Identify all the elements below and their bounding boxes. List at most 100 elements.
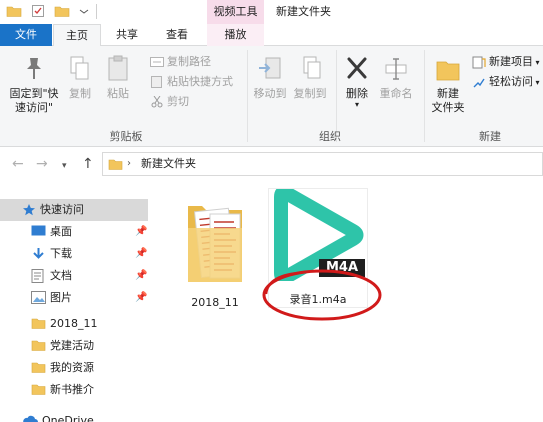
folder-icon [31,384,46,395]
picture-icon [31,291,46,304]
pin-to-quick-access-button[interactable]: 固定到"快 速访问" [4,54,64,115]
nav-item-label: 图片 [50,291,72,304]
ribbon: 固定到"快 速访问" 复制 粘贴 复制路径 粘贴快捷方式 剪切 剪贴板 移动到 … [0,46,543,147]
up-arrow-icon[interactable]: ↑ [82,156,94,172]
rename-label: 重命名 [379,87,413,100]
new-folder-label-2: 文件夹 [431,101,465,114]
forward-arrow-icon[interactable]: → [36,156,48,172]
copy-path-button[interactable]: 复制路径 [150,54,211,70]
pin-icon [27,58,41,79]
document-icon [31,269,44,283]
new-folder-icon[interactable] [54,3,70,19]
chevron-down-icon: ▾ [533,78,540,87]
rename-button[interactable]: 重命名 [376,54,416,101]
breadcrumb-current[interactable]: 新建文件夹 [141,153,196,175]
new-folder-icon [436,61,460,81]
copy-to-button[interactable]: 复制到 [290,54,330,101]
new-item-label: 新建项目 [489,55,533,68]
tab-home[interactable]: 主页 [53,24,101,47]
nav-item-label: 2018_11 [50,317,98,330]
nav-item-label: 桌面 [50,225,72,238]
tab-play[interactable]: 播放 [207,24,264,46]
copy-path-label: 复制路径 [167,55,211,68]
copy-button[interactable]: 复制 [64,54,96,101]
nav-item-label: OneDrive [42,414,94,422]
close-icon [347,57,367,79]
back-arrow-icon[interactable]: ← [12,156,24,172]
move-to-icon [259,57,281,79]
pin-icon[interactable]: 📌 [135,287,147,309]
move-to-button[interactable]: 移动到 [250,54,290,101]
nav-quick-access[interactable]: 快速访问 [0,199,148,221]
paste-button[interactable]: 粘贴 [100,54,136,101]
paste-shortcut-icon [151,76,162,88]
delete-button[interactable]: 删除 ▾ [340,54,374,109]
pin-icon[interactable]: 📌 [135,243,147,265]
delete-dropdown-chevron[interactable]: ▾ [340,101,374,109]
ribbon-tabs: 文件 主页 共享 查看 播放 [0,24,543,47]
easy-access-button[interactable]: 轻松访问 ▾ [472,74,540,90]
new-item-icon [472,56,486,68]
delete-label: 删除 [346,87,368,100]
copy-path-icon [150,57,164,67]
nav-item-pictures[interactable]: 图片 📌 [0,287,148,309]
move-to-label: 移动到 [253,87,287,100]
paste-shortcut-button[interactable]: 粘贴快捷方式 [150,74,233,90]
breadcrumb-chevron-icon[interactable]: › [127,153,131,175]
nav-item-folder-2018-11[interactable]: 2018_11 [0,313,148,335]
nav-item-desktop[interactable]: 桌面 📌 [0,221,148,243]
chevron-down-icon[interactable] [76,3,92,19]
new-folder-button[interactable]: 新建 文件夹 [426,54,470,115]
desktop-icon [31,225,46,236]
nav-item-label: 我的资源 [50,361,94,374]
file-item-name: 2018_11 [191,296,239,309]
nav-item-label: 下载 [50,247,72,260]
title-bar: 视频工具 新建文件夹 [0,0,543,24]
nav-item-downloads[interactable]: 下载 📌 [0,243,148,265]
nav-item-documents[interactable]: 文档 📌 [0,265,148,287]
address-row: ← → ▾ ↑ › 新建文件夹 [0,148,543,180]
window-title: 新建文件夹 [276,5,331,18]
file-list: 2018_11 M4A 录音1.m4a [150,182,543,422]
nav-item-label: 党建活动 [50,339,94,352]
annotation-circle [262,269,382,321]
cut-label: 剪切 [167,95,189,108]
pin-icon[interactable]: 📌 [135,221,147,243]
new-item-button[interactable]: 新建项目 ▾ [472,54,540,70]
group-divider [424,50,425,142]
pin-label-line-2: 速访问" [14,101,54,114]
tab-view[interactable]: 查看 [154,24,200,46]
nav-item-folder-books[interactable]: 新书推介 [0,379,148,401]
tab-file[interactable]: 文件 [0,24,52,46]
paste-label: 粘贴 [107,87,129,100]
cut-button[interactable]: 剪切 [150,94,189,110]
folder-icon [31,318,46,329]
nav-item-label: 新书推介 [50,383,94,396]
clipboard-group-label: 剪贴板 [109,130,143,143]
nav-item-folder-party[interactable]: 党建活动 [0,335,148,357]
address-bar[interactable]: › 新建文件夹 [102,152,543,176]
clipboard-icon [108,55,128,81]
pin-icon[interactable]: 📌 [135,265,147,287]
star-icon [23,204,35,216]
folder-icon [108,159,123,170]
nav-item-folder-resources[interactable]: 我的资源 [0,357,148,379]
copy-to-icon [303,56,321,79]
folder-icon[interactable] [6,3,22,19]
recent-locations-chevron-icon[interactable]: ▾ [62,158,67,174]
new-folder-label-1: 新建 [437,87,459,100]
file-item-folder[interactable]: 2018_11 [178,194,252,312]
folder-icon [188,206,242,282]
tab-share[interactable]: 共享 [104,24,150,46]
nav-item-onedrive[interactable]: OneDrive [0,410,148,422]
copy-label: 复制 [69,87,91,100]
navigation-pane: 快速访问 桌面 📌 下载 📌 文档 📌 图片 📌 2018_11 党建活动 我的… [0,190,148,422]
properties-icon[interactable] [30,3,46,19]
easy-access-icon [473,78,485,87]
folder-icon [31,340,46,351]
pin-label-line-1: 固定到"快 [9,87,59,100]
cloud-icon [23,415,38,422]
download-icon [33,248,44,259]
easy-access-label: 轻松访问 [489,75,533,88]
rename-icon [385,58,407,80]
